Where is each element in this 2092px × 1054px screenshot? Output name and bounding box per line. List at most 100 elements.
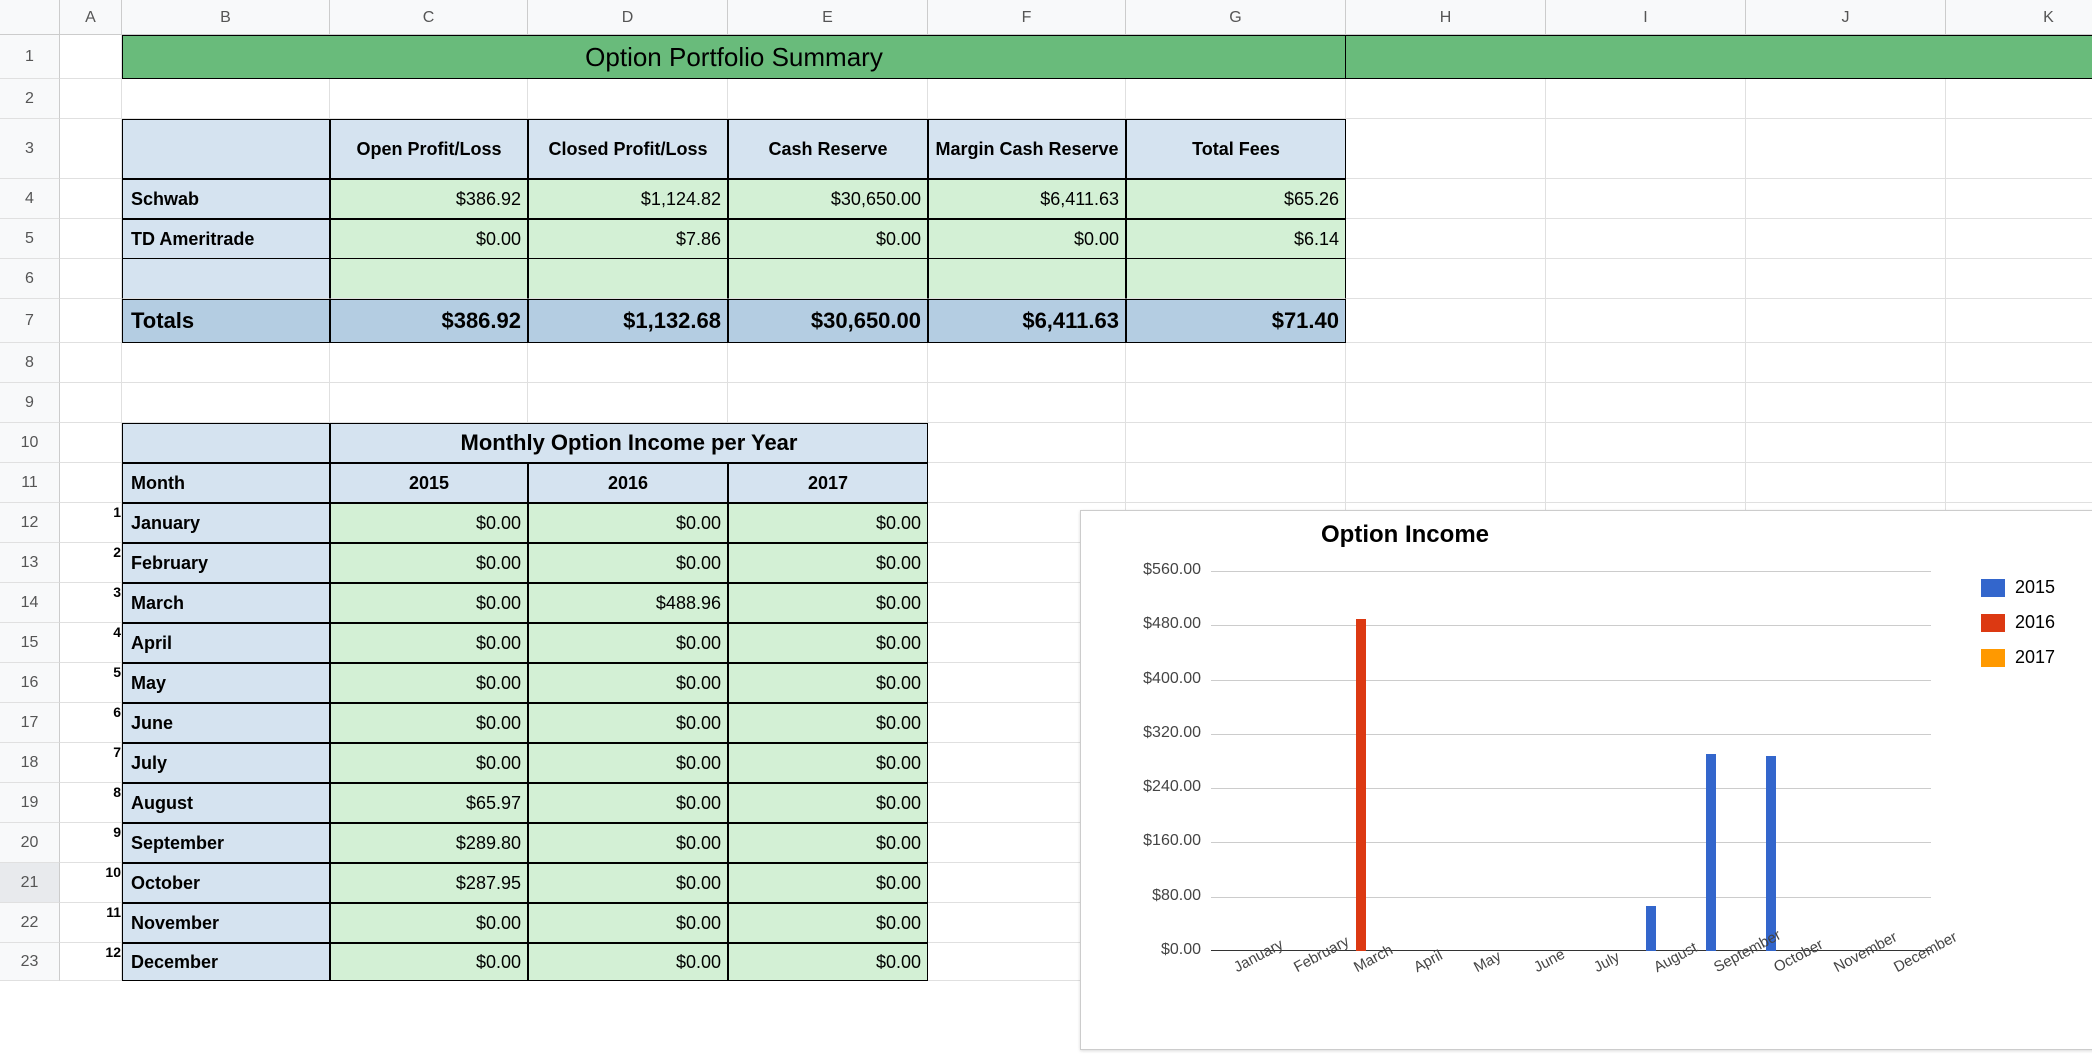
month-cell-1-2: $0.00 (728, 543, 928, 583)
row-header-7[interactable]: 7 (0, 299, 60, 343)
column-header-J[interactable]: J (1746, 0, 1946, 35)
month-cell-11-2: $0.00 (728, 943, 928, 981)
row-headers: 1234567891011121314151617181920212223 (0, 35, 60, 981)
row-header-4[interactable]: 4 (0, 179, 60, 219)
cell-row2-6[interactable] (1126, 79, 1346, 119)
row-header-14[interactable]: 14 (0, 583, 60, 623)
monthly-title-left (122, 423, 330, 463)
legend-swatch-2015 (1981, 579, 2005, 597)
month-cell-2-1: $488.96 (528, 583, 728, 623)
month-label-2: March3 (122, 583, 330, 623)
bar-2016-March (1356, 619, 1366, 951)
cell-row2-5[interactable] (928, 79, 1126, 119)
summary-header-blank (122, 119, 330, 179)
y-tick-0: $0.00 (1111, 941, 1201, 959)
column-header-G[interactable]: G (1126, 0, 1346, 35)
row-header-23[interactable]: 23 (0, 943, 60, 981)
chart-title: Option Income (1321, 521, 1489, 549)
cell-row2-4[interactable] (728, 79, 928, 119)
row-header-18[interactable]: 18 (0, 743, 60, 783)
cell-row2-1[interactable] (122, 79, 330, 119)
select-all-corner[interactable] (0, 0, 60, 35)
y-tick-7: $560.00 (1111, 561, 1201, 579)
month-cell-2-2: $0.00 (728, 583, 928, 623)
column-header-H[interactable]: H (1346, 0, 1546, 35)
row-header-5[interactable]: 5 (0, 219, 60, 259)
legend-item-2017: 2017 (1981, 647, 2055, 668)
summary-row-label-1: TD Ameritrade (122, 219, 330, 259)
summary-header-1: Open Profit/Loss (330, 119, 528, 179)
cell-row2-7[interactable] (1346, 79, 1546, 119)
row-header-3[interactable]: 3 (0, 119, 60, 179)
month-cell-1-1: $0.00 (528, 543, 728, 583)
row-header-13[interactable]: 13 (0, 543, 60, 583)
chart-option-income[interactable]: Option Income 201520162017 $0.00$80.00$1… (1080, 510, 2092, 1050)
month-cell-7-0: $65.97 (330, 783, 528, 823)
cell-row2-2[interactable] (330, 79, 528, 119)
cell-row2-10[interactable] (1946, 79, 2092, 119)
month-cell-9-0: $287.95 (330, 863, 528, 903)
month-label-1: February2 (122, 543, 330, 583)
month-index-7: 8 (97, 784, 121, 800)
row-header-11[interactable]: 11 (0, 463, 60, 503)
month-cell-6-2: $0.00 (728, 743, 928, 783)
column-header-I[interactable]: I (1546, 0, 1746, 35)
cell-row2-9[interactable] (1746, 79, 1946, 119)
cell-A1[interactable] (60, 35, 122, 79)
row-header-16[interactable]: 16 (0, 663, 60, 703)
month-label-5: June6 (122, 703, 330, 743)
summary-cell-0-0: $386.92 (330, 179, 528, 219)
cell-row2-0[interactable] (60, 79, 122, 119)
month-label-7: August8 (122, 783, 330, 823)
column-header-E[interactable]: E (728, 0, 928, 35)
column-header-D[interactable]: D (528, 0, 728, 35)
month-cell-5-2: $0.00 (728, 703, 928, 743)
summary-cell-1-1: $7.86 (528, 219, 728, 259)
row-header-10[interactable]: 10 (0, 423, 60, 463)
row-header-8[interactable]: 8 (0, 343, 60, 383)
summary-total-1: $1,132.68 (528, 299, 728, 343)
month-index-8: 9 (97, 824, 121, 840)
row-header-15[interactable]: 15 (0, 623, 60, 663)
cell-row2-3[interactable] (528, 79, 728, 119)
month-label-6: July7 (122, 743, 330, 783)
summary-cell-1-2: $0.00 (728, 219, 928, 259)
column-header-K[interactable]: K (1946, 0, 2092, 35)
row-header-19[interactable]: 19 (0, 783, 60, 823)
x-tick-4: May (1471, 948, 1504, 976)
column-header-F[interactable]: F (928, 0, 1126, 35)
x-tick-6: July (1591, 948, 1623, 976)
row-header-9[interactable]: 9 (0, 383, 60, 423)
cell-row2-8[interactable] (1546, 79, 1746, 119)
monthly-header-3: 2017 (728, 463, 928, 503)
bar-2015-August (1646, 906, 1656, 951)
summary-total-2: $30,650.00 (728, 299, 928, 343)
column-header-C[interactable]: C (330, 0, 528, 35)
summary-cell-0-3: $6,411.63 (928, 179, 1126, 219)
month-cell-7-1: $0.00 (528, 783, 728, 823)
row-header-20[interactable]: 20 (0, 823, 60, 863)
column-header-B[interactable]: B (122, 0, 330, 35)
summary-totals-label: Totals (122, 299, 330, 343)
month-cell-0-2: $0.00 (728, 503, 928, 543)
summary-row-label-0: Schwab (122, 179, 330, 219)
row-header-17[interactable]: 17 (0, 703, 60, 743)
legend-label-2016: 2016 (2015, 612, 2055, 633)
month-label-8: September9 (122, 823, 330, 863)
row-header-22[interactable]: 22 (0, 903, 60, 943)
row-header-1[interactable]: 1 (0, 35, 60, 79)
y-tick-5: $400.00 (1111, 670, 1201, 688)
month-label-0: January1 (122, 503, 330, 543)
column-header-A[interactable]: A (60, 0, 122, 35)
month-cell-1-0: $0.00 (330, 543, 528, 583)
summary-total-0: $386.92 (330, 299, 528, 343)
row-header-21[interactable]: 21 (0, 863, 60, 903)
month-cell-4-0: $0.00 (330, 663, 528, 703)
row-header-2[interactable]: 2 (0, 79, 60, 119)
month-cell-11-1: $0.00 (528, 943, 728, 981)
month-index-0: 1 (97, 504, 121, 520)
row-header-12[interactable]: 12 (0, 503, 60, 543)
row-header-6[interactable]: 6 (0, 259, 60, 299)
month-label-11: December12 (122, 943, 330, 981)
month-cell-9-1: $0.00 (528, 863, 728, 903)
